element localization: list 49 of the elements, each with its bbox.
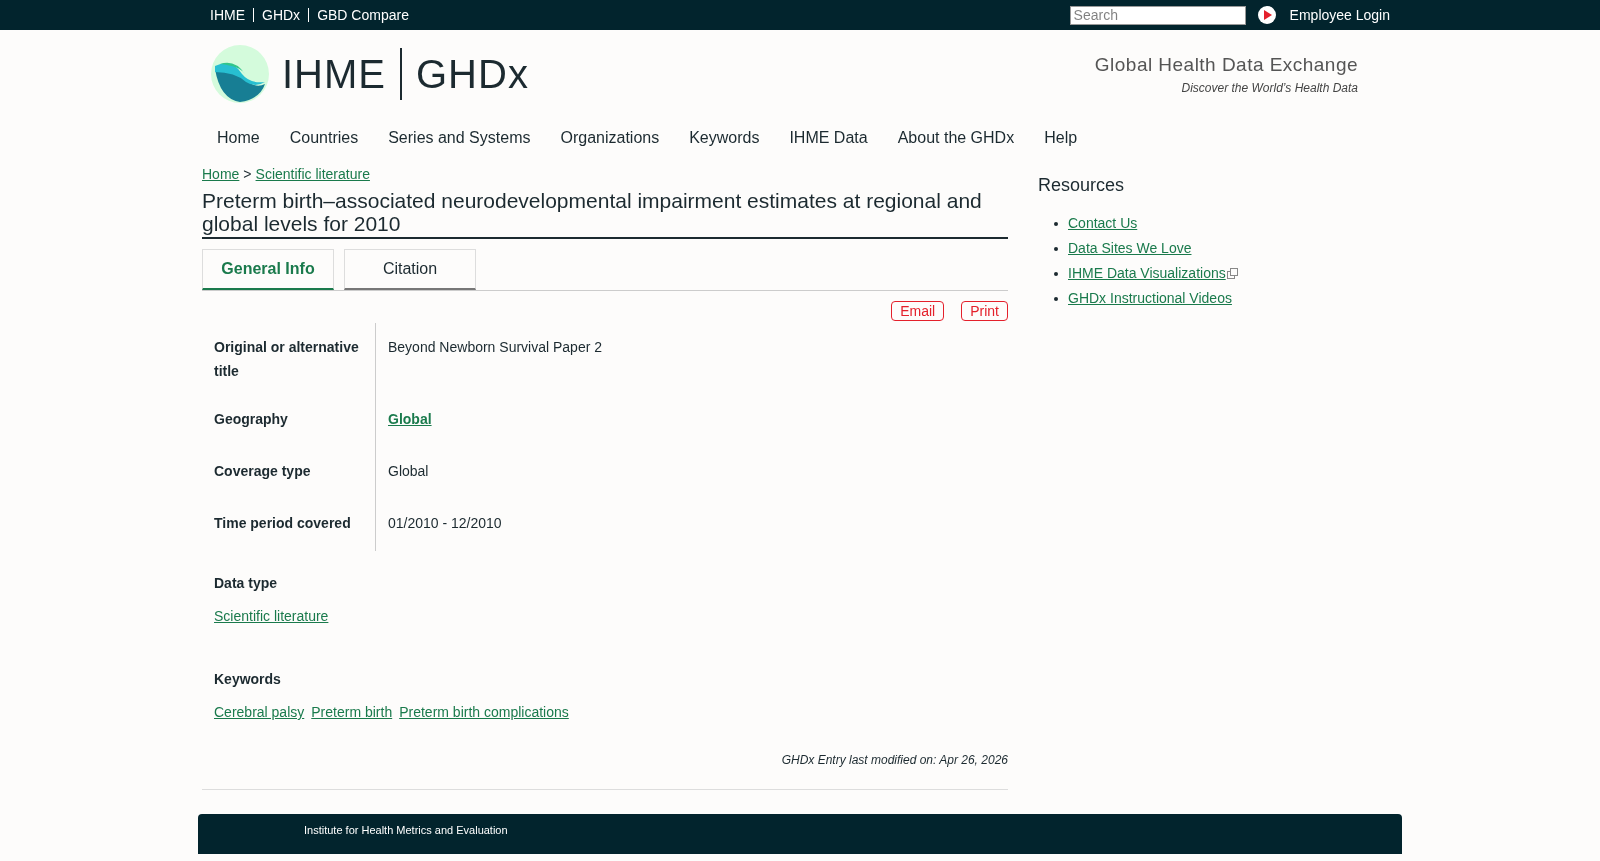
search-field[interactable]: Search	[1069, 5, 1246, 25]
logo-icon	[210, 44, 270, 104]
top-link[interactable]: GHDx	[262, 4, 301, 26]
keyword-link[interactable]: Preterm birth	[311, 702, 393, 723]
nav-item[interactable]: Organizations	[545, 122, 675, 154]
nav-item[interactable]: IHME Data	[774, 122, 883, 154]
sidebar-title: Resources	[1038, 174, 1126, 197]
field-label: Time period covered	[214, 515, 351, 531]
play-icon[interactable]	[1257, 6, 1276, 24]
tagline-subtitle: Discover the World’s Health Data	[1181, 80, 1358, 98]
field-label: Geography	[214, 411, 288, 427]
breadcrumb-link[interactable]: Scientific literature	[255, 164, 370, 185]
resource-link[interactable]: IHME Data Visualizations	[1068, 263, 1226, 284]
field-link[interactable]: Global	[388, 411, 432, 427]
breadcrumb-link[interactable]: Home	[202, 164, 240, 185]
breadcrumb-separator: >	[243, 165, 252, 184]
login-link[interactable]: Employee Login	[1289, 4, 1390, 26]
logo-text: GHDx	[416, 51, 529, 98]
resource-link[interactable]: GHDx Instructional Videos	[1068, 288, 1232, 309]
field-label: Original or alternative title	[214, 339, 359, 379]
section-label: Data type	[214, 574, 279, 593]
logo-text: IHME	[282, 51, 386, 98]
tagline-title: Global Health Data Exchange	[1094, 52, 1358, 77]
top-link[interactable]: IHME	[210, 4, 245, 26]
last-modified: GHDx Entry last modified on: Apr 26, 2026	[781, 752, 1008, 769]
field-value: Beyond Newborn Survival Paper 2	[388, 339, 602, 355]
action-button[interactable]: Email	[891, 301, 945, 321]
nav-item[interactable]: Home	[202, 122, 275, 154]
nav-item[interactable]: Series and Systems	[373, 122, 546, 154]
nav-item[interactable]: Help	[1029, 122, 1093, 154]
keyword-link[interactable]: Cerebral palsy	[214, 702, 305, 723]
nav-item[interactable]: Keywords	[674, 122, 775, 154]
field-value: Global	[388, 463, 429, 479]
nav-item[interactable]: Countries	[274, 122, 374, 154]
field-value: 01/2010 - 12/2010	[388, 515, 502, 531]
top-link[interactable]: GBD Compare	[317, 4, 409, 26]
keyword-link[interactable]: Preterm birth complications	[399, 702, 569, 723]
tab[interactable]: Citation	[344, 249, 476, 290]
external-link-icon	[1226, 268, 1238, 279]
action-button[interactable]: Print	[961, 301, 1008, 321]
tab[interactable]: General Info	[202, 249, 334, 290]
page-title: Preterm birth–associated neurodevelopmental impairment estimates at regional and global levels for 2010	[202, 189, 1008, 239]
resource-link[interactable]: Data Sites We Love	[1068, 238, 1192, 259]
field-label: Coverage type	[214, 463, 311, 479]
footer-text: Institute for Health Metrics and Evaluation	[304, 824, 508, 836]
resource-link[interactable]: Contact Us	[1068, 213, 1138, 234]
data-type-link[interactable]: Scientific literature	[214, 608, 329, 624]
section-label: Keywords	[214, 670, 282, 689]
nav-item[interactable]: About the GHDx	[882, 122, 1030, 154]
